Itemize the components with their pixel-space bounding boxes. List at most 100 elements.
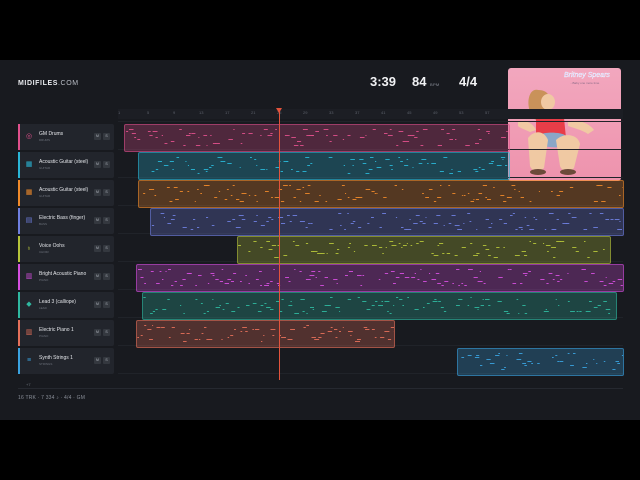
clip-electric-bass[interactable] [150,208,624,236]
timeline-ruler[interactable]: 1 5 9 13 17 21 25 29 33 37 41 45 49 53 5… [118,109,623,119]
track-header-acoustic-guitar-1[interactable]: ▦ Acoustic Guitar (steel) GUITAR M S [18,152,114,178]
midi-note [524,365,527,366]
midi-note [270,133,273,134]
track-color-stripe [18,124,20,150]
midi-note [256,215,258,216]
midi-note [401,247,403,248]
midi-note [264,303,267,304]
more-tracks-indicator[interactable]: +7 [26,382,31,387]
track-header-electric-piano[interactable]: ▥ Electric Piano 1 PIANO M S [18,320,114,346]
ruler-tick: 37 [355,110,360,115]
midi-note [476,355,480,356]
midi-note [510,215,513,216]
solo-button[interactable]: S [103,161,110,168]
midi-note [344,229,346,230]
solo-button[interactable]: S [103,357,110,364]
mute-button[interactable]: M [94,329,101,336]
midi-note [305,193,310,194]
midi-note [431,253,434,254]
midi-note [362,275,365,276]
track-color-stripe [18,236,20,262]
midi-note [608,283,614,284]
track-header-acoustic-guitar-2[interactable]: ▦ Acoustic Guitar (steel) GUITAR M S [18,180,114,206]
midi-note [281,337,285,338]
midi-note [426,303,430,304]
midi-note [296,171,300,172]
track-header-lead-calliope[interactable]: ◆ Lead 3 (calliope) LEAD M S [18,292,114,318]
midi-note [491,161,494,162]
midi-note [227,279,232,280]
brand-logo[interactable]: MIDIFILES.COM [18,80,79,87]
midi-note [310,307,314,308]
mute-button[interactable]: M [94,217,101,224]
midi-note [347,247,350,248]
midi-note [461,247,466,248]
mute-button[interactable]: M [94,161,101,168]
midi-note [366,309,371,310]
midi-note [239,201,244,202]
ruler-tick: 49 [433,110,438,115]
clip-drums[interactable] [124,124,510,152]
clip-lead-calliope[interactable] [142,292,617,320]
solo-button[interactable]: S [103,329,110,336]
playhead[interactable] [279,109,280,380]
clip-acoustic-guitar-1[interactable] [138,152,510,180]
playhead-handle[interactable] [276,108,282,113]
midi-note [458,299,463,300]
track-header-electric-bass[interactable]: ▤ Electric Bass (finger) BASS M S [18,208,114,234]
midi-note [384,133,388,134]
solo-button[interactable]: S [103,189,110,196]
mute-button[interactable]: M [94,189,101,196]
track-header-drums[interactable]: ◎ GM Drums DRUMS M S [18,124,114,150]
clip-synth-strings[interactable] [457,348,624,376]
mute-button[interactable]: M [94,133,101,140]
midi-note [248,251,251,252]
midi-note [456,269,460,270]
mute-button[interactable]: M [94,273,101,280]
clip-bright-piano[interactable] [136,264,624,292]
mute-button[interactable]: M [94,301,101,308]
clip-electric-piano[interactable] [136,320,395,348]
midi-note [151,171,155,172]
midi-note [212,275,215,276]
midi-note [479,271,481,272]
track-header-synth-strings[interactable]: ≡ Synth Strings 1 STRINGS M S [18,348,114,374]
midi-note [524,217,527,218]
midi-note [389,313,392,314]
midi-note [336,283,338,284]
midi-note [420,269,422,270]
clip-voice-oohs[interactable] [237,236,611,264]
midi-note [463,195,466,196]
midi-note [150,313,153,314]
midi-note [307,165,310,166]
mute-button[interactable]: M [94,245,101,252]
midi-note [431,163,436,164]
clip-acoustic-guitar-2[interactable] [138,180,624,208]
midi-note [481,169,485,170]
midi-note [215,307,220,308]
solo-button[interactable]: S [103,301,110,308]
midi-note [413,223,418,224]
solo-button[interactable]: S [103,273,110,280]
midi-note [311,337,316,338]
midi-note [225,303,229,304]
track-header-bright-piano[interactable]: ▥ Bright Acoustic Piano PIANO M S [18,264,114,290]
solo-button[interactable]: S [103,217,110,224]
midi-note [370,157,374,158]
midi-note [245,331,248,332]
midi-note [290,329,295,330]
midi-note [259,271,262,272]
midi-note [419,241,424,242]
solo-button[interactable]: S [103,133,110,140]
midi-note [582,367,587,368]
midi-note [473,277,478,278]
track-header-voice-oohs[interactable]: ♁ Voice Oohs CHOIR M S [18,236,114,262]
midi-note [551,247,556,248]
midi-note [143,297,146,298]
mute-button[interactable]: M [94,357,101,364]
midi-note [185,161,187,162]
strings-icon: ≡ [26,357,32,364]
solo-button[interactable]: S [103,245,110,252]
track-name: Acoustic Guitar (steel) [39,159,89,165]
midi-note [275,129,277,130]
